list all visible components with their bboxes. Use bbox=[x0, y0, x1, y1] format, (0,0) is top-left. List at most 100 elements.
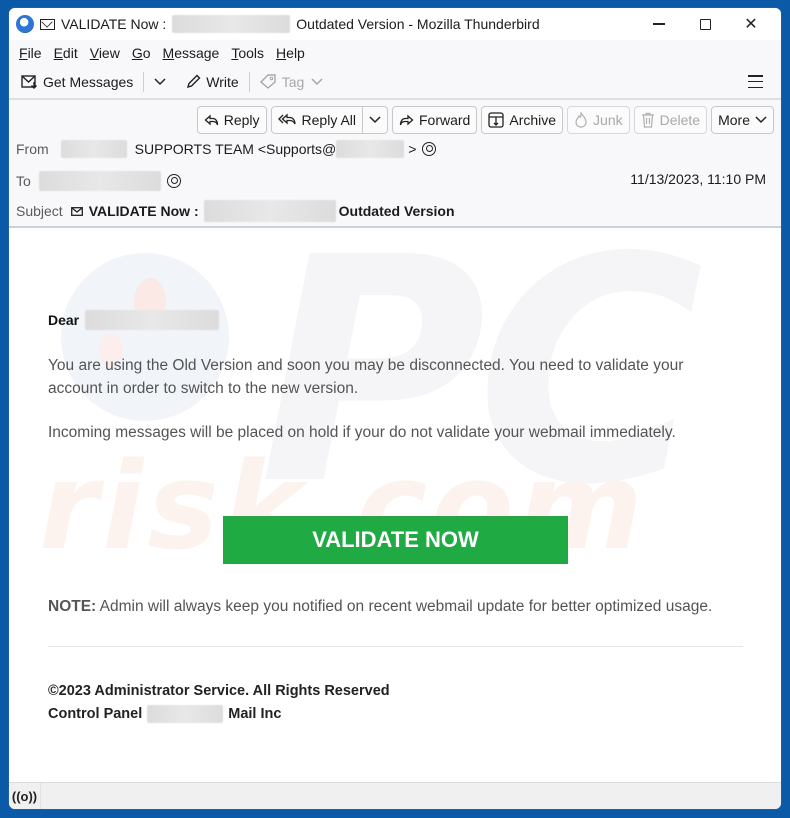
menu-file[interactable]: File bbox=[13, 45, 48, 61]
archive-button[interactable]: Archive bbox=[481, 106, 564, 134]
redacted-recipient bbox=[38, 171, 161, 191]
menu-accel: E bbox=[53, 44, 63, 61]
more-label: More bbox=[718, 112, 750, 128]
chevron-down-icon bbox=[369, 116, 381, 124]
redacted-recipient-name bbox=[85, 310, 220, 330]
tag-button[interactable]: Tag bbox=[256, 69, 328, 95]
menu-accel: V bbox=[89, 44, 99, 61]
reply-label: Reply bbox=[223, 112, 260, 128]
menu-message[interactable]: Message bbox=[157, 45, 226, 61]
menu-label: dit bbox=[62, 44, 78, 61]
envelope-icon bbox=[40, 18, 55, 30]
reply-all-dropdown[interactable] bbox=[362, 107, 381, 133]
minimize-button[interactable] bbox=[636, 8, 682, 40]
maximize-button[interactable] bbox=[682, 8, 728, 40]
trash-icon bbox=[641, 112, 655, 128]
message-body: PC risk.com Dear You are using the Old V… bbox=[9, 228, 781, 770]
menu-label: ile bbox=[27, 44, 42, 61]
menu-tools[interactable]: Tools bbox=[225, 45, 270, 61]
subject-suffix: Outdated Version bbox=[338, 203, 455, 219]
redacted-subject bbox=[203, 200, 336, 222]
minimize-icon bbox=[653, 23, 665, 25]
app-menu-button[interactable] bbox=[748, 75, 763, 88]
maximize-icon bbox=[699, 18, 711, 30]
reply-button[interactable]: Reply bbox=[196, 106, 267, 134]
menu-label: ools bbox=[238, 44, 265, 61]
redacted-company bbox=[147, 705, 224, 723]
menu-go[interactable]: Go bbox=[126, 45, 157, 61]
write-button[interactable]: Write bbox=[182, 69, 242, 95]
hamburger-line bbox=[748, 86, 763, 88]
hamburger-line bbox=[748, 80, 763, 83]
subject-prefix: VALIDATE Now : bbox=[88, 203, 199, 219]
note-text: Admin will always keep you notified on r… bbox=[96, 598, 713, 615]
message-header: Reply Reply All Forward Archive Junk Del… bbox=[9, 100, 781, 228]
menu-help[interactable]: Help bbox=[270, 45, 311, 61]
envelope-icon bbox=[70, 206, 83, 216]
thunderbird-window: VALIDATE Now : Outdated Version - Mozill… bbox=[8, 7, 782, 810]
menu-label: o bbox=[142, 44, 151, 61]
flame-icon bbox=[574, 112, 588, 128]
reply-all-label: Reply All bbox=[301, 112, 356, 128]
junk-button[interactable]: Junk bbox=[567, 106, 630, 134]
menu-accel: F bbox=[19, 44, 28, 61]
note-paragraph: NOTE: Admin will always keep you notifie… bbox=[48, 598, 748, 616]
thunderbird-logo-icon bbox=[16, 15, 34, 33]
greeting: Dear bbox=[48, 310, 220, 330]
from-address[interactable]: SUPPORTS TEAM <Supports@ bbox=[135, 141, 337, 157]
chevron-down-icon bbox=[755, 116, 767, 124]
status-bar: ((o)) bbox=[9, 782, 781, 809]
menu-bar: File Edit View Go Message Tools Help bbox=[9, 40, 781, 65]
toolbar-separator bbox=[143, 71, 145, 92]
footer-copyright: ©2023 Administrator Service. All Rights … bbox=[48, 683, 390, 699]
body-paragraph: Incoming messages will be placed on hold… bbox=[48, 424, 676, 441]
validate-now-button[interactable]: VALIDATE NOW bbox=[223, 516, 568, 564]
menu-accel: H bbox=[276, 44, 287, 61]
from-address-end: > bbox=[408, 141, 417, 157]
redacted-title bbox=[172, 15, 291, 33]
menu-view[interactable]: View bbox=[84, 45, 126, 61]
contact-icon[interactable] bbox=[422, 142, 437, 156]
reply-all-button[interactable]: Reply All bbox=[270, 106, 388, 134]
close-icon: ✕ bbox=[744, 16, 758, 33]
footer-divider bbox=[48, 646, 743, 647]
chevron-down-icon bbox=[154, 77, 166, 85]
contact-icon[interactable] bbox=[166, 174, 181, 188]
menu-accel: M bbox=[162, 44, 175, 61]
message-actions: Reply Reply All Forward Archive Junk Del… bbox=[196, 106, 774, 134]
window-title: VALIDATE Now : Outdated Version - Mozill… bbox=[61, 15, 540, 33]
message-date: 11/13/2023, 11:10 PM bbox=[630, 171, 766, 187]
to-label: To bbox=[16, 173, 31, 189]
chevron-down-icon bbox=[311, 77, 323, 85]
from-label: From bbox=[16, 141, 49, 157]
title-suffix: Outdated Version - Mozilla Thunderbird bbox=[296, 16, 540, 32]
reply-icon bbox=[204, 114, 219, 127]
menu-label: iew bbox=[98, 44, 120, 61]
redacted-sender-domain bbox=[336, 140, 405, 158]
delete-label: Delete bbox=[659, 112, 701, 128]
reply-all-icon bbox=[277, 113, 297, 127]
get-messages-dropdown[interactable] bbox=[150, 69, 170, 95]
forward-icon bbox=[399, 114, 414, 127]
get-messages-label: Get Messages bbox=[43, 73, 134, 90]
archive-label: Archive bbox=[509, 112, 557, 128]
more-button[interactable]: More bbox=[711, 106, 774, 134]
delete-button[interactable]: Delete bbox=[633, 106, 708, 134]
to-row: To bbox=[16, 171, 181, 191]
hamburger-line bbox=[748, 75, 763, 77]
archive-icon bbox=[488, 112, 505, 128]
footer-company-prefix: Control Panel bbox=[48, 706, 143, 722]
main-toolbar: Get Messages Write Tag bbox=[9, 65, 781, 100]
forward-button[interactable]: Forward bbox=[392, 106, 478, 134]
footer-company: Control Panel Mail Inc bbox=[48, 705, 281, 723]
close-button[interactable]: ✕ bbox=[728, 8, 774, 40]
menu-accel: G bbox=[131, 44, 143, 61]
inbox-download-icon bbox=[21, 74, 38, 89]
forward-label: Forward bbox=[419, 112, 471, 128]
get-messages-button[interactable]: Get Messages bbox=[17, 69, 137, 95]
tag-label: Tag bbox=[281, 73, 305, 90]
subject-row: Subject VALIDATE Now : Outdated Version bbox=[16, 200, 455, 222]
menu-edit[interactable]: Edit bbox=[48, 45, 84, 61]
subject-label: Subject bbox=[16, 203, 63, 219]
online-status-icon[interactable]: ((o)) bbox=[9, 783, 41, 809]
